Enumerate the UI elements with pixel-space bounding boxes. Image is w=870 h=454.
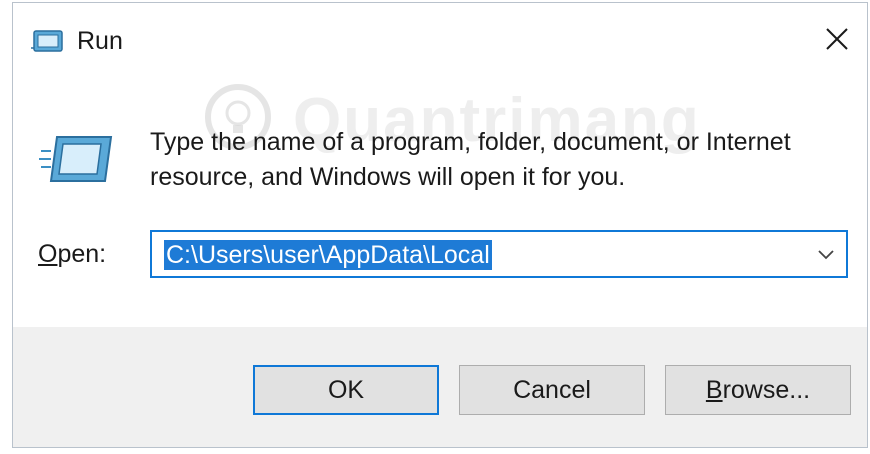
browse-button-accelerator: B <box>705 375 723 404</box>
run-icon <box>31 30 63 52</box>
run-dialog: Run Quantrimang Type the name of a progr… <box>12 2 868 448</box>
close-icon <box>826 28 848 50</box>
browse-button[interactable]: Browse... <box>665 365 851 415</box>
open-label-text: pen: <box>57 240 107 268</box>
title-bar: Run <box>13 3 867 75</box>
open-label-accelerator: O <box>38 240 58 268</box>
ok-button[interactable]: OK <box>253 365 439 415</box>
ok-button-label: OK <box>327 375 365 404</box>
browse-button-label: rowse... <box>722 375 811 404</box>
window-title: Run <box>77 27 123 55</box>
open-combobox[interactable]: C:\Users\user\AppData\Local <box>150 230 848 278</box>
run-icon <box>39 136 113 182</box>
button-bar: OK Cancel Browse... <box>13 327 867 447</box>
cancel-button-label: Cancel <box>513 375 591 404</box>
close-button[interactable] <box>807 11 867 67</box>
instructions-line-2: resource, and Windows will open it for y… <box>150 163 626 191</box>
chevron-down-icon[interactable] <box>816 244 836 264</box>
dialog-content: Quantrimang Type the name of a program, … <box>13 75 867 327</box>
instructions-text: Type the name of a program, folder, docu… <box>150 125 850 195</box>
open-label: Open: <box>38 240 106 269</box>
instructions-line-1: Type the name of a program, folder, docu… <box>150 128 791 156</box>
open-input-value[interactable]: C:\Users\user\AppData\Local <box>164 240 492 270</box>
cancel-button[interactable]: Cancel <box>459 365 645 415</box>
